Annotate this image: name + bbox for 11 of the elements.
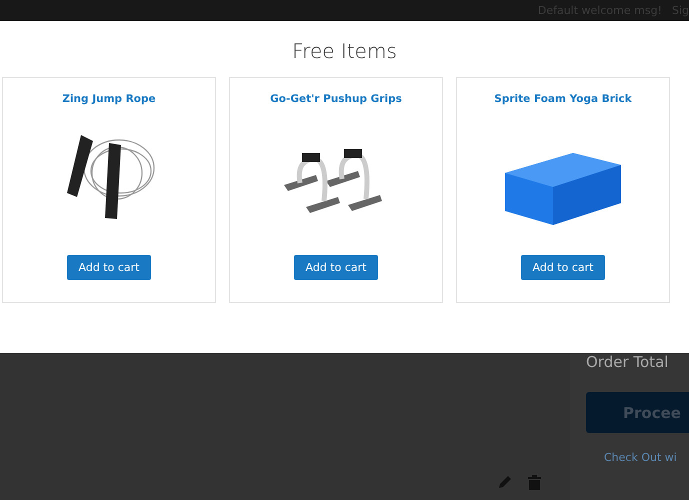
checkout-link[interactable]: Check Out wi: [604, 451, 689, 464]
product-name-link[interactable]: Go-Get'r Pushup Grips: [270, 93, 402, 105]
add-to-cart-button[interactable]: Add to cart: [294, 255, 378, 280]
order-total-label: Order Total: [586, 353, 670, 371]
trash-icon[interactable]: [528, 475, 541, 490]
product-name-link[interactable]: Zing Jump Rope: [62, 93, 156, 105]
modal-title: Free Items: [291, 39, 398, 63]
pencil-icon[interactable]: [498, 475, 512, 489]
add-to-cart-button[interactable]: Add to cart: [520, 255, 606, 280]
product-name-link[interactable]: Sprite Foam Yoga Brick: [494, 93, 632, 105]
add-to-cart-button[interactable]: Add to cart: [66, 255, 152, 280]
